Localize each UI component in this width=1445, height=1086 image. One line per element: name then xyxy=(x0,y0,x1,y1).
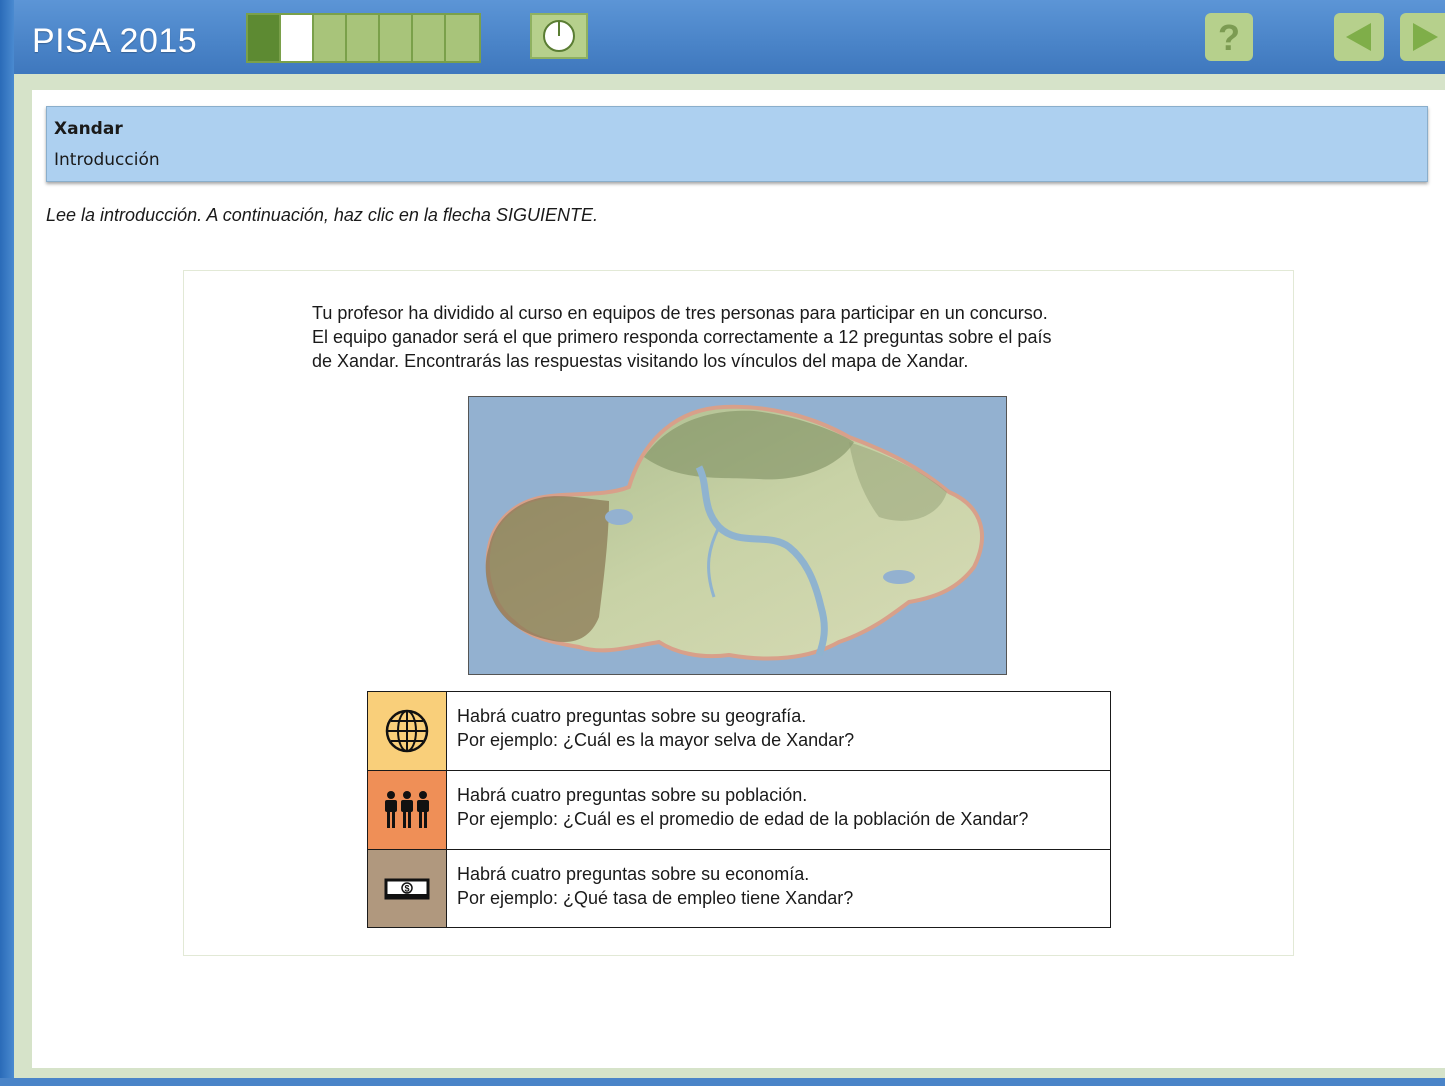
topic-heading: Habrá cuatro preguntas sobre su economía… xyxy=(457,864,810,884)
money-icon: $ xyxy=(384,878,430,899)
topic-row-economy: $ Habrá cuatro preguntas sobre su econom… xyxy=(368,850,1110,927)
instruction-text: Lee la introducción. A continuación, haz… xyxy=(46,205,598,225)
progress-bar xyxy=(246,13,481,63)
topic-example: Por ejemplo: ¿Cuál es la mayor selva de … xyxy=(457,730,855,750)
timer-button[interactable] xyxy=(530,13,588,59)
window-left-border xyxy=(0,0,14,1086)
bottom-bar xyxy=(0,1078,1445,1086)
progress-segment xyxy=(347,15,380,61)
svg-text:?: ? xyxy=(1218,18,1240,56)
topics-table: Habrá cuatro preguntas sobre su geografí… xyxy=(367,691,1111,928)
topic-text: Habrá cuatro preguntas sobre su població… xyxy=(447,771,1028,849)
topic-icon-cell xyxy=(368,692,447,770)
intro-line: de Xandar. Encontrarás las respuestas vi… xyxy=(312,351,969,371)
progress-segment xyxy=(446,15,479,61)
intro-line: El equipo ganador será el que primero re… xyxy=(312,327,1052,347)
arrow-right-icon xyxy=(1413,23,1438,51)
progress-segment-completed xyxy=(248,15,281,61)
unit-header: Xandar Introducción xyxy=(46,106,1428,182)
topic-icon-cell: $ xyxy=(368,850,447,927)
map-illustration xyxy=(469,397,1006,674)
progress-segment xyxy=(314,15,347,61)
topic-row-geography: Habrá cuatro preguntas sobre su geografí… xyxy=(368,692,1110,771)
globe-icon xyxy=(385,709,429,753)
intro-line: Tu profesor ha dividido al curso en equi… xyxy=(312,303,1048,323)
previous-button[interactable] xyxy=(1334,13,1384,61)
progress-segment xyxy=(380,15,413,61)
help-icon: ? xyxy=(1218,18,1240,56)
content-left-border xyxy=(14,74,32,1086)
next-button[interactable] xyxy=(1400,13,1445,61)
topic-heading: Habrá cuatro preguntas sobre su població… xyxy=(457,785,808,805)
progress-segment-current xyxy=(281,15,314,61)
help-button[interactable]: ? xyxy=(1205,13,1253,61)
topic-row-population: Habrá cuatro preguntas sobre su població… xyxy=(368,771,1110,850)
app-title: PISA 2015 xyxy=(32,22,198,60)
topic-text: Habrá cuatro preguntas sobre su geografí… xyxy=(447,692,854,770)
clock-icon xyxy=(543,20,575,52)
top-bar-divider xyxy=(14,74,1445,90)
progress-segment xyxy=(413,15,446,61)
topic-example: Por ejemplo: ¿Cuál es el promedio de eda… xyxy=(457,809,1029,829)
svg-text:$: $ xyxy=(404,883,409,893)
xandar-map-image xyxy=(468,396,1007,675)
unit-subtitle: Introducción xyxy=(54,150,160,170)
people-icon xyxy=(385,791,429,828)
arrow-left-icon xyxy=(1346,23,1371,51)
topic-heading: Habrá cuatro preguntas sobre su geografí… xyxy=(457,706,807,726)
intro-paragraph: Tu profesor ha dividido al curso en equi… xyxy=(312,301,1172,373)
unit-title: Xandar xyxy=(54,119,123,139)
topic-icon-cell xyxy=(368,771,447,849)
topic-example: Por ejemplo: ¿Qué tasa de empleo tiene X… xyxy=(457,888,854,908)
topic-text: Habrá cuatro preguntas sobre su economía… xyxy=(447,850,853,927)
